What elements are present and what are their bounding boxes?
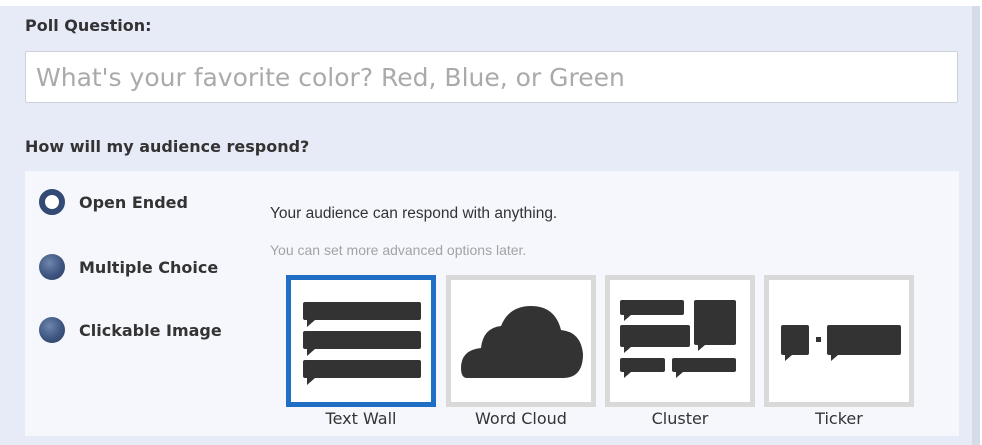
display-style-word-cloud[interactable]: [446, 275, 596, 407]
tile-label: Word Cloud: [475, 409, 567, 428]
radio-selected-icon: [39, 189, 65, 215]
tile-label: Cluster: [651, 409, 709, 428]
tab-clickable-image[interactable]: Clickable Image: [25, 299, 241, 361]
cluster-icon: [620, 300, 736, 378]
poll-question-label: Poll Question:: [25, 16, 152, 35]
tab-label: Open Ended: [79, 192, 188, 212]
radio-unselected-icon: [39, 317, 65, 343]
display-style-cluster[interactable]: [605, 275, 755, 407]
ticker-icon: [781, 325, 901, 361]
display-style-ticker[interactable]: [764, 275, 914, 407]
tab-label: Multiple Choice: [79, 257, 219, 277]
text-wall-icon: [303, 302, 421, 385]
tile-label: Text Wall: [325, 409, 397, 428]
response-subdescription: You can set more advanced options later.: [270, 242, 527, 258]
radio-unselected-icon: [39, 254, 65, 280]
tab-multiple-choice[interactable]: Multiple Choice: [25, 236, 241, 298]
poll-question-input[interactable]: [25, 51, 958, 103]
tab-label: Clickable Image: [79, 320, 222, 340]
panel-right-edge: [972, 6, 980, 445]
response-type-label: How will my audience respond?: [25, 137, 310, 156]
word-cloud-icon: [461, 306, 583, 378]
tile-label: Ticker: [815, 409, 863, 428]
response-description: Your audience can respond with anything.: [270, 205, 558, 222]
display-style-text-wall[interactable]: [286, 275, 436, 407]
tab-open-ended[interactable]: Open Ended: [25, 171, 241, 233]
